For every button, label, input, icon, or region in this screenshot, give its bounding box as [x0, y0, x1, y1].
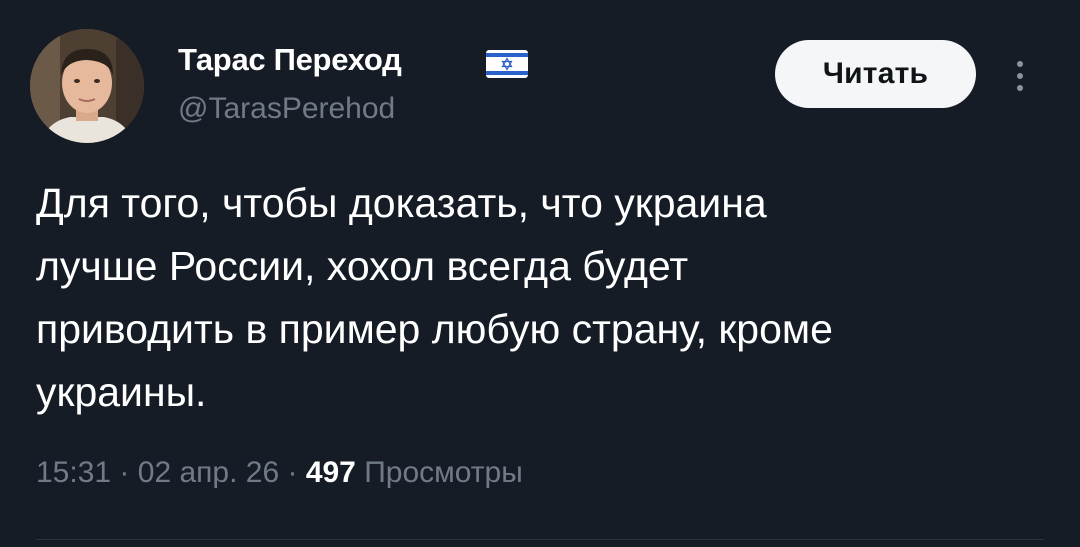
author-handle[interactable]: @TarasPerehod [178, 92, 395, 126]
tweet-text-line: лучше России, хохол всегда будет [36, 243, 689, 289]
tweet-text-line: приводить в пример любую страну, кроме [36, 306, 833, 352]
views-count[interactable]: 497 [306, 456, 356, 489]
author-display-name[interactable]: Тарас Переход [178, 42, 402, 78]
tweet-text-line: украины. [36, 369, 207, 415]
avatar[interactable] [30, 29, 144, 143]
tweet-text-line: Для того, чтобы доказать, что украина [36, 180, 767, 226]
tweet-time[interactable]: 15:31 [36, 456, 111, 489]
divider [36, 539, 1044, 540]
tweet-text: Для того, чтобы доказать, что украина лу… [36, 172, 1056, 424]
meta-separator: · [119, 456, 130, 489]
profile-avatar [30, 29, 144, 143]
follow-button[interactable]: Читать [775, 40, 976, 108]
meta-separator: · [287, 456, 298, 489]
more-vertical-icon[interactable] [1008, 56, 1032, 96]
israel-flag-icon [486, 50, 528, 78]
tweet-date[interactable]: 02 апр. 26 [138, 456, 279, 489]
tweet-meta: 15:31 · 02 апр. 26 · 497 Просмотры [36, 456, 523, 490]
views-label[interactable]: Просмотры [364, 456, 523, 489]
